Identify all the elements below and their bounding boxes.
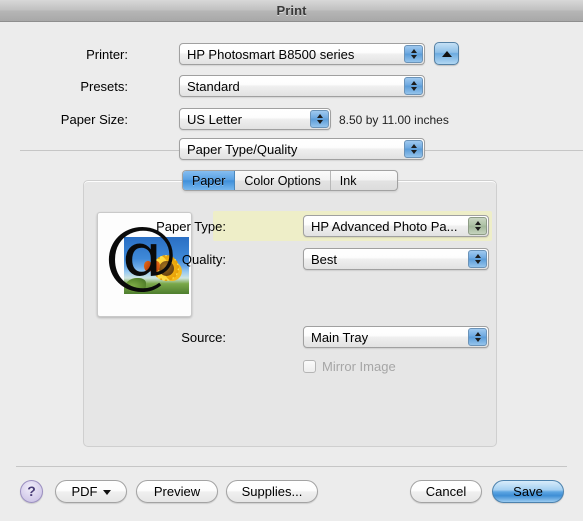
supplies-label: Supplies... [241, 484, 303, 499]
source-select-value: Main Tray [311, 330, 369, 345]
quality-select-value: Best [311, 252, 338, 267]
presets-label: Presets: [80, 79, 128, 94]
preview-label: Preview [153, 484, 201, 499]
source-label: Source: [181, 330, 226, 345]
save-button[interactable]: Save [492, 480, 564, 503]
tab-ink-label: Ink [339, 173, 357, 188]
paper-type-select-value: HP Advanced Photo Pa... [311, 219, 458, 234]
printer-select-value: HP Photosmart B8500 series [187, 47, 355, 62]
paper-size-select-value: US Letter [187, 112, 242, 127]
pdf-menu-button[interactable]: PDF [55, 480, 127, 503]
triangle-up-icon [441, 50, 452, 57]
chevron-updown-icon [404, 45, 423, 63]
presets-select[interactable]: Standard [179, 75, 425, 97]
cancel-label: Cancel [425, 484, 467, 499]
chevron-down-icon [102, 490, 111, 495]
help-label: ? [27, 483, 36, 499]
help-button[interactable]: ? [20, 480, 43, 503]
chevron-updown-icon [404, 140, 423, 158]
paper-size-dimensions: 8.50 by 11.00 inches [339, 113, 449, 127]
print-pane-select-value: Paper Type/Quality [187, 142, 298, 157]
pane-tabbar: Paper Color Options Ink [182, 170, 398, 191]
pdf-label: PDF [71, 484, 98, 499]
window-titlebar: Print [0, 0, 583, 22]
window-title: Print [276, 3, 307, 18]
paper-size-label: Paper Size: [60, 112, 128, 127]
chevron-updown-icon [468, 217, 487, 235]
chevron-updown-icon [404, 77, 423, 95]
chevron-updown-icon [310, 110, 329, 128]
tab-ink[interactable]: Ink [331, 171, 366, 190]
print-dialog: Print Printer: HP Photosmart B8500 serie… [0, 0, 583, 521]
preview-button[interactable]: Preview [136, 480, 218, 503]
paper-size-select[interactable]: US Letter [179, 108, 331, 130]
mirror-image-checkbox: Mirror Image [303, 359, 396, 374]
paper-type-label: Paper Type: [156, 219, 226, 234]
checkbox-box [303, 360, 316, 373]
tab-color-options[interactable]: Color Options [235, 171, 331, 190]
tab-paper-label: Paper [192, 173, 226, 188]
source-select[interactable]: Main Tray [303, 326, 489, 348]
presets-select-value: Standard [187, 79, 240, 94]
chevron-updown-icon [468, 250, 487, 268]
supplies-button[interactable]: Supplies... [226, 480, 318, 503]
footer-separator-rule [16, 466, 567, 467]
chevron-updown-icon [468, 328, 487, 346]
print-pane-select[interactable]: Paper Type/Quality [179, 138, 425, 160]
printer-select[interactable]: HP Photosmart B8500 series [179, 43, 425, 65]
tab-color-options-label: Color Options [244, 173, 321, 188]
printer-label: Printer: [86, 47, 128, 62]
save-label: Save [513, 484, 543, 499]
cancel-button[interactable]: Cancel [410, 480, 482, 503]
quality-select[interactable]: Best [303, 248, 489, 270]
mirror-image-label: Mirror Image [322, 359, 396, 374]
paper-type-select[interactable]: HP Advanced Photo Pa... [303, 215, 489, 237]
quality-label: Quality: [181, 252, 226, 267]
expand-printer-details-button[interactable] [434, 42, 459, 65]
tab-paper[interactable]: Paper [183, 171, 236, 190]
